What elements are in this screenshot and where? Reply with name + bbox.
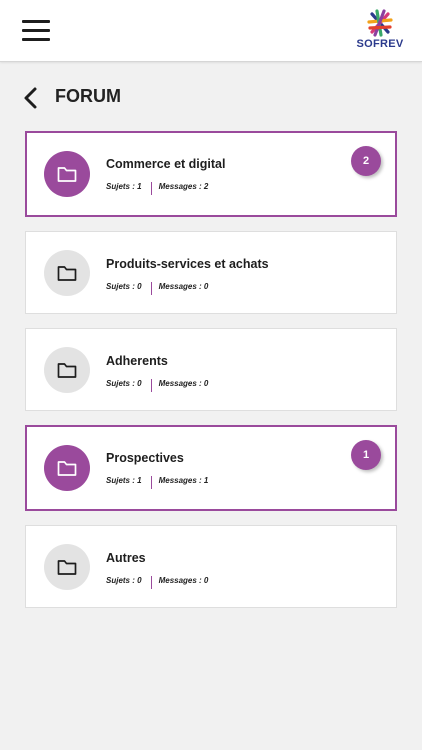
forum-name: Produits-services et achats [106,257,269,271]
folder-icon-circle [44,445,90,491]
subjects-count: Sujets : 0 [106,576,142,585]
messages-count: Messages : 0 [158,576,209,585]
sofrev-logo: SOFREV [355,8,405,54]
folder-icon-circle [44,347,90,393]
unread-badge: 1 [351,440,381,470]
messages-count: Messages : 0 [158,282,209,291]
stats-divider [150,282,152,295]
subjects-count: Sujets : 1 [106,476,142,485]
forum-name: Commerce et digital [106,157,226,171]
hamburger-menu-icon[interactable] [22,20,50,42]
stats-divider [150,476,152,489]
forum-card-prospectives[interactable]: Prospectives Sujets : 1 Messages : 1 1 [25,425,397,511]
forum-card-produits-services-et-achats[interactable]: Produits-services et achats Sujets : 0 M… [25,231,397,314]
unread-badge: 2 [351,146,381,176]
back-arrow-icon[interactable] [20,85,42,111]
page-title: FORUM [55,86,121,106]
stats-divider [150,379,152,392]
folder-icon [57,363,77,378]
forum-card-adherents[interactable]: Adherents Sujets : 0 Messages : 0 [25,328,397,411]
messages-count: Messages : 1 [158,476,209,485]
forum-card-commerce-et-digital[interactable]: Commerce et digital Sujets : 1 Messages … [25,131,397,217]
messages-count: Messages : 2 [158,182,209,191]
stats-divider [150,576,152,589]
top-bar: SOFREV [0,0,422,62]
forum-stats: Sujets : 1 Messages : 1 [106,474,209,489]
logo-text: SOFREV [356,38,404,50]
forum-stats: Sujets : 0 Messages : 0 [106,377,209,392]
folder-icon [57,167,77,182]
forum-name: Prospectives [106,451,184,465]
forum-list: Commerce et digital Sujets : 1 Messages … [25,131,397,622]
stats-divider [150,182,152,195]
folder-icon [57,266,77,281]
messages-count: Messages : 0 [158,379,209,388]
forum-card-autres[interactable]: Autres Sujets : 0 Messages : 0 [25,525,397,608]
folder-icon-circle [44,544,90,590]
forum-name: Adherents [106,354,168,368]
forum-stats: Sujets : 0 Messages : 0 [106,280,209,295]
forum-name: Autres [106,551,146,565]
folder-icon [57,560,77,575]
subjects-count: Sujets : 0 [106,282,142,291]
forum-stats: Sujets : 1 Messages : 2 [106,180,209,195]
folder-icon [57,461,77,476]
forum-stats: Sujets : 0 Messages : 0 [106,574,209,589]
folder-icon-circle [44,151,90,197]
subjects-count: Sujets : 1 [106,182,142,191]
subjects-count: Sujets : 0 [106,379,142,388]
folder-icon-circle [44,250,90,296]
page-header: FORUM [0,61,422,133]
logo-mark-icon [367,9,393,37]
